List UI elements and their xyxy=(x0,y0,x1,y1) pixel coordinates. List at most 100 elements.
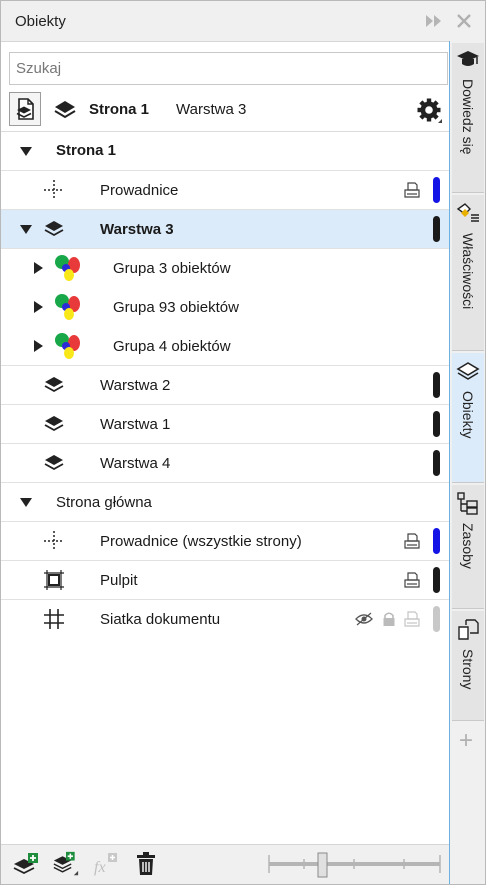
search-box xyxy=(9,52,448,85)
expand-arrow-icon[interactable] xyxy=(33,301,45,313)
fx-icon: fx xyxy=(94,853,117,876)
layer-icon xyxy=(53,98,77,125)
new-master-layer-button[interactable] xyxy=(53,851,79,877)
gear-icon[interactable] xyxy=(415,96,443,124)
tree-row-master-page[interactable]: Strona główna xyxy=(1,483,449,522)
layer-color-swatch[interactable] xyxy=(433,567,440,593)
docker-titlebar: Obiekty xyxy=(1,1,485,41)
new-master-layer-icon xyxy=(53,851,79,876)
svg-text:fx: fx xyxy=(94,859,106,876)
master-page-label: Strona główna xyxy=(56,494,152,511)
assets-tree-icon xyxy=(457,492,478,515)
page-view-toggle-button[interactable] xyxy=(9,92,41,126)
tree-row-layer4[interactable]: Warstwa 4 xyxy=(1,444,449,483)
tab-label: Dowiedz się xyxy=(460,79,476,155)
group-label: Grupa 3 obiektów xyxy=(113,260,231,277)
close-icon[interactable] xyxy=(455,12,473,30)
add-tab-plus-icon[interactable]: + xyxy=(456,729,476,753)
grid-label: Siatka dokumentu xyxy=(100,611,221,628)
layer-color-swatch[interactable] xyxy=(433,177,440,203)
layer-color-swatch[interactable] xyxy=(433,450,440,476)
page-name-label: Strona 1 xyxy=(56,142,117,159)
tree-row-guides[interactable]: Prowadnice xyxy=(1,171,449,210)
layer-color-swatch[interactable] xyxy=(433,372,440,398)
tree-row-layer3[interactable]: Warstwa 3 xyxy=(1,210,449,249)
docker-side-tabs: Dowiedz się Właściwości Obiekty Zasoby S… xyxy=(449,41,485,884)
collapse-panel-icon[interactable] xyxy=(425,12,443,30)
trash-icon xyxy=(137,852,155,875)
tree-row-layer2[interactable]: Warstwa 2 xyxy=(1,366,449,405)
tab-label: Obiekty xyxy=(460,391,476,439)
tab-assets[interactable]: Zasoby xyxy=(452,485,484,609)
current-page-label[interactable]: Strona 1 xyxy=(89,101,149,118)
group-objects-icon xyxy=(53,253,83,283)
pages-icon xyxy=(458,619,479,640)
tree-row-desktop[interactable]: Pulpit xyxy=(1,561,449,600)
delete-button[interactable] xyxy=(133,851,159,877)
thumbnail-size-slider[interactable] xyxy=(267,851,442,879)
visibility-eye-icon[interactable] xyxy=(355,612,373,626)
layer-icon xyxy=(44,219,64,239)
objects-docker-window: Obiekty Szukaj Strona 1 Warstwa 3 Strona… xyxy=(0,0,486,885)
layer-name-label: Warstwa 2 xyxy=(100,377,171,394)
tree-row-master-guides[interactable]: Prowadnice (wszystkie strony) xyxy=(1,522,449,561)
tab-properties[interactable]: Właściwości xyxy=(452,195,484,351)
new-layer-button[interactable] xyxy=(13,851,39,877)
tab-learn[interactable]: Dowiedz się xyxy=(452,43,484,193)
guides-label: Prowadnice xyxy=(100,182,179,199)
expand-arrow-icon[interactable] xyxy=(33,340,45,352)
tab-objects[interactable]: Obiekty xyxy=(452,353,484,483)
layer-name-label: Warstwa 3 xyxy=(100,221,174,238)
layer-color-swatch[interactable] xyxy=(433,216,440,242)
layers-icon xyxy=(456,362,480,380)
search-input[interactable] xyxy=(10,53,447,84)
grid-icon xyxy=(44,609,64,629)
group-label: Grupa 93 obiektów xyxy=(113,299,239,316)
new-layer-icon xyxy=(13,853,38,875)
objects-panel: Strona 1 Warstwa 3 xyxy=(1,41,449,884)
tree-row-group[interactable]: Grupa 3 obiektów xyxy=(1,249,449,288)
tree-row-group[interactable]: Grupa 93 obiektów xyxy=(1,288,449,327)
printer-icon[interactable] xyxy=(403,610,421,628)
printer-icon[interactable] xyxy=(403,571,421,589)
collapse-arrow-icon[interactable] xyxy=(20,146,32,158)
object-tree: Strona 1 Prowadnice Warstwa 3 Grupa 3 ob… xyxy=(1,132,449,639)
desktop-label: Pulpit xyxy=(100,572,138,589)
objects-bottom-toolbar: fx xyxy=(1,844,449,884)
layer-icon xyxy=(44,375,64,395)
layer-icon xyxy=(44,414,64,434)
group-objects-icon xyxy=(53,331,83,361)
desktop-icon xyxy=(44,570,64,590)
tab-pages[interactable]: Strony xyxy=(452,611,484,721)
printer-icon[interactable] xyxy=(403,181,421,199)
tree-row-document-grid[interactable]: Siatka dokumentu xyxy=(1,600,449,639)
page-layers-icon xyxy=(16,98,34,120)
tree-row-group[interactable]: Grupa 4 obiektów xyxy=(1,327,449,366)
lock-icon[interactable] xyxy=(382,611,396,627)
guides-icon xyxy=(44,531,64,551)
new-effect-button[interactable]: fx xyxy=(93,851,119,877)
group-objects-icon xyxy=(53,292,83,322)
layer-color-swatch[interactable] xyxy=(433,606,440,632)
tree-row-page1[interactable]: Strona 1 xyxy=(1,132,449,171)
guides-icon xyxy=(44,180,64,200)
layer-color-swatch[interactable] xyxy=(433,528,440,554)
tab-label: Zasoby xyxy=(460,523,476,569)
layer-icon xyxy=(44,453,64,473)
collapse-arrow-icon[interactable] xyxy=(20,497,32,509)
layer-name-label: Warstwa 4 xyxy=(100,455,171,472)
collapse-arrow-icon[interactable] xyxy=(20,224,32,236)
printer-icon[interactable] xyxy=(403,532,421,550)
properties-icon xyxy=(456,203,479,222)
graduation-cap-icon xyxy=(457,51,479,66)
expand-arrow-icon[interactable] xyxy=(33,262,45,274)
current-layer-label[interactable]: Warstwa 3 xyxy=(176,101,246,118)
objects-toolbar: Strona 1 Warstwa 3 xyxy=(1,90,449,130)
tab-label: Strony xyxy=(460,649,476,690)
docker-title: Obiekty xyxy=(15,12,66,30)
layer-name-label: Warstwa 1 xyxy=(100,416,171,433)
tab-label: Właściwości xyxy=(460,233,476,310)
tree-row-layer1[interactable]: Warstwa 1 xyxy=(1,405,449,444)
guides-label: Prowadnice (wszystkie strony) xyxy=(100,533,302,550)
layer-color-swatch[interactable] xyxy=(433,411,440,437)
